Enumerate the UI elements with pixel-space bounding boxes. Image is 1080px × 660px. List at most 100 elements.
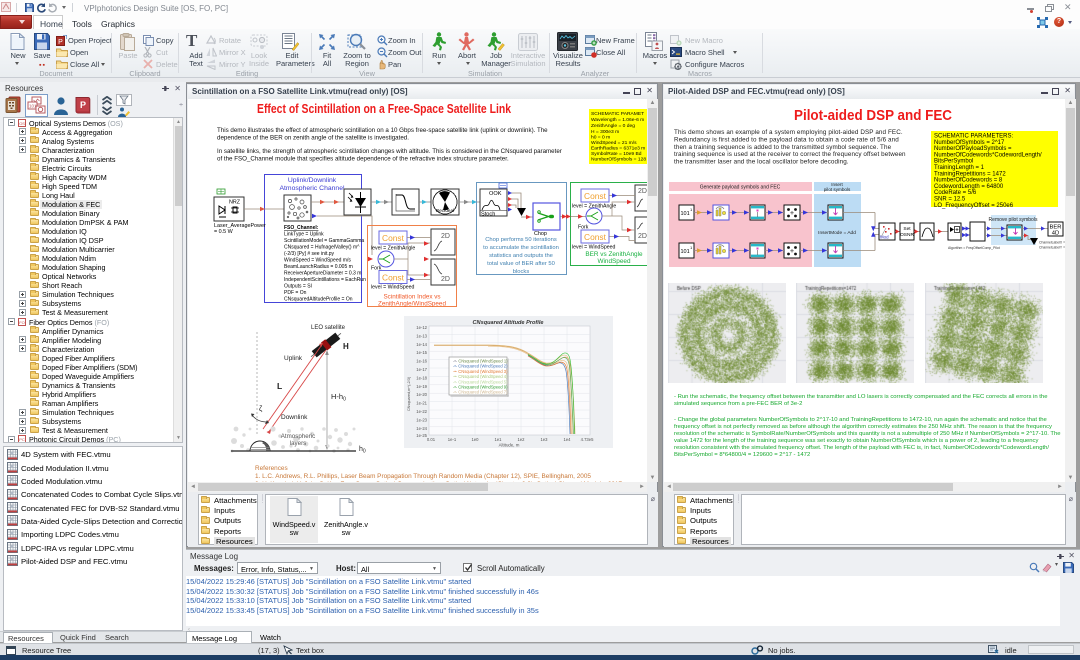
- svg-text:1e2: 1e2: [518, 437, 526, 442]
- svg-text:SNR = 12.5: SNR = 12.5: [934, 197, 966, 203]
- svg-text:1e4: 1e4: [564, 437, 572, 442]
- svg-text:Effect of Scintillation on a F: Effect of Scintillation on a Free-Space …: [257, 101, 512, 116]
- svg-text:1e3: 1e3: [541, 437, 549, 442]
- svg-text:This demo illustrates the effe: This demo illustrates the effect of atmo…: [217, 127, 548, 134]
- svg-text:CNsquared = HufnagelValley() m: CNsquared = HufnagelValley() m^: [284, 245, 360, 251]
- svg-text:1e-14: 1e-14: [416, 342, 427, 347]
- svg-text:2D: 2D: [638, 233, 647, 240]
- svg-text:1e-21: 1e-21: [416, 401, 427, 406]
- svg-text:Chop performs 50 iterations: Chop performs 50 iterations: [485, 237, 557, 243]
- svg-text:CNsquared Altitude Profile: CNsquared Altitude Profile: [473, 320, 544, 326]
- svg-text:EarthRadius = 6371e3 m: EarthRadius = 6371e3 m: [591, 146, 645, 152]
- svg-text:of the FSO_Channel module that: of the FSO_Channel module that specifies…: [217, 155, 509, 162]
- svg-text:(-2/3) [Py] # see init.py: (-2/3) [Py] # see init.py: [284, 251, 335, 257]
- svg-text:1e-13: 1e-13: [416, 333, 427, 338]
- svg-text:FO: FO: [19, 319, 25, 324]
- svg-text:1e-16: 1e-16: [416, 359, 427, 364]
- svg-text:pilot symbols: pilot symbols: [824, 187, 851, 192]
- svg-text:CNsquared,m^(-2/3): CNsquared,m^(-2/3): [407, 376, 411, 411]
- svg-text:= 0.5 W: = 0.5 W: [214, 229, 234, 235]
- svg-text:Scintillation Index vs: Scintillation Index vs: [383, 294, 440, 301]
- svg-text:Pilot-aided DSP and FEC: Pilot-aided DSP and FEC: [794, 108, 952, 124]
- svg-text:to accumulate the scintillatio: to accumulate the scintillation: [483, 245, 559, 251]
- svg-text:H = 300e3 m: H = 300e3 m: [591, 129, 619, 135]
- svg-text:- Change the global parameters: - Change the global parameters NumberOfS…: [674, 417, 1048, 423]
- svg-text:training sequence is used at t: training sequence is used at the receive…: [674, 151, 906, 158]
- svg-text:ScintillationModel = GammaGamm: ScintillationModel = GammaGamma: [284, 238, 364, 244]
- svg-text:NRZ: NRZ: [229, 200, 241, 206]
- svg-text:Algorithm = FreqOffsetComp_Pil: Algorithm = FreqOffsetComp_Pilot: [948, 246, 1000, 250]
- svg-text:Altitude, m: Altitude, m: [499, 443, 520, 448]
- svg-text:resolution consistent with the: resolution consistent with the simulated…: [674, 445, 1049, 451]
- svg-text:RecIdeal: RecIdeal: [436, 208, 454, 213]
- svg-text:OS: OS: [19, 120, 25, 125]
- svg-text:4.73e5: 4.73e5: [581, 437, 594, 442]
- svg-text:1e-18: 1e-18: [416, 375, 427, 380]
- svg-text:- Run the schematic, the frequ: - Run the schematic, the frequency offse…: [674, 394, 1048, 400]
- svg-text:BER vs ZenithAngle: BER vs ZenithAngle: [585, 251, 643, 258]
- svg-text:1e-15: 1e-15: [416, 350, 427, 355]
- svg-text:LinkType = Uplink: LinkType = Uplink: [284, 232, 324, 238]
- svg-text:Uplink/Downlink: Uplink/Downlink: [288, 177, 337, 184]
- svg-text:layers: layers: [290, 440, 307, 447]
- svg-text:SCHEMATIC PARAMET: SCHEMATIC PARAMET: [591, 111, 644, 117]
- svg-text:h0: h0: [359, 446, 366, 455]
- svg-text:FSO_Channel:: FSO_Channel:: [284, 225, 319, 231]
- svg-text:dependence of the BER on zenit: dependence of the BER on zenith angle of…: [217, 134, 409, 141]
- svg-text:OOK: OOK: [489, 191, 502, 197]
- svg-text:Outputs = SI: Outputs = SI: [284, 284, 312, 290]
- svg-text:Uplink: Uplink: [284, 355, 303, 362]
- svg-text:Const: Const: [584, 232, 607, 242]
- svg-text:ChannelLabelX =: ChannelLabelX =: [1039, 241, 1065, 245]
- svg-text:0.01: 0.01: [427, 437, 436, 442]
- svg-text:SCHEMATIC PARAMETERS:: SCHEMATIC PARAMETERS:: [934, 134, 1013, 140]
- svg-text:Downlink: Downlink: [281, 414, 308, 421]
- svg-text:ζ: ζ: [259, 404, 263, 413]
- svg-text:H: H: [343, 342, 349, 351]
- svg-text:Remove pilot symbols: Remove pilot symbols: [989, 217, 1038, 223]
- svg-text:NumberOfCodewords*CodewordLeng: NumberOfCodewords*CodewordLength/: [934, 152, 1042, 158]
- svg-text:statistics and outputs the: statistics and outputs the: [489, 253, 553, 259]
- svg-text:1e1: 1e1: [495, 437, 503, 442]
- svg-text:ZenithAngle = 0 deg: ZenithAngle = 0 deg: [591, 123, 635, 129]
- svg-text:h0 = 0 m: h0 = 0 m: [591, 135, 610, 141]
- svg-text:BeamLaunchRadius = 0.005 m: BeamLaunchRadius = 0.005 m: [284, 264, 353, 270]
- svg-text:BitsPerSymbol = 8*64800/4 = 12: BitsPerSymbol = 8*64800/4 = 129600 = 2^1…: [674, 452, 810, 458]
- svg-text:level = WindSpeed: level = WindSpeed: [572, 245, 616, 251]
- svg-text:Const: Const: [382, 233, 405, 243]
- svg-text:level = WindSpeed: level = WindSpeed: [371, 285, 415, 291]
- svg-text:CodewordLength = 64800: CodewordLength = 64800: [934, 184, 1004, 190]
- svg-text:TrainingLength = 1: TrainingLength = 1: [934, 165, 985, 171]
- svg-text:total value of BER after 50: total value of BER after 50: [487, 261, 555, 267]
- svg-text:References: References: [255, 465, 288, 472]
- svg-text:WindSpeed = WindSpeed m/s: WindSpeed = WindSpeed m/s: [284, 258, 351, 264]
- svg-text:OSNR: OSNR: [900, 232, 914, 238]
- svg-text:1. L.C. Andrews, R.L. Phillips: 1. L.C. Andrews, R.L. Phillips, Laser Be…: [255, 473, 591, 480]
- svg-text:ReceiverApertureDiameter = 0.3: ReceiverApertureDiameter = 0.3 m: [284, 271, 361, 277]
- svg-text:1e-20: 1e-20: [416, 392, 427, 397]
- svg-text:Mod: Mod: [880, 235, 889, 240]
- svg-text:BitsPerSymbol: BitsPerSymbol: [934, 159, 973, 165]
- svg-text:H-h0: H-h0: [331, 392, 346, 403]
- svg-text:Generate payload symbols and F: Generate payload symbols and FEC: [700, 185, 781, 191]
- svg-text:Set: Set: [903, 226, 911, 232]
- svg-text:Wavelength = 1.06e-6 m: Wavelength = 1.06e-6 m: [591, 117, 644, 123]
- svg-text:CNsquaredAltitudeProfile = On: CNsquaredAltitudeProfile = On: [284, 297, 353, 303]
- svg-text:TrainingRepetitions = 1472: TrainingRepetitions = 1472: [934, 171, 1006, 177]
- svg-text:CodeRate = 5/6: CodeRate = 5/6: [934, 190, 977, 196]
- svg-text:1e-17: 1e-17: [416, 367, 427, 372]
- svg-text:simulated sequence from a pre-: simulated sequence from a pre-FEC BER of…: [674, 401, 802, 407]
- svg-text:Stoch: Stoch: [481, 212, 495, 218]
- svg-text:then a training sequence is ad: then a training sequence is added to the…: [674, 144, 892, 151]
- svg-text:level = ZenithAngle: level = ZenithAngle: [371, 246, 415, 252]
- svg-text:Atmospheric: Atmospheric: [281, 433, 315, 440]
- svg-text:PC: PC: [19, 437, 25, 442]
- svg-text:Redundancy is first added to t: Redundancy is first added to the payload…: [674, 136, 899, 143]
- svg-text:WindSpeed: WindSpeed: [597, 258, 630, 265]
- svg-text:LEO satellite: LEO satellite: [311, 325, 346, 331]
- svg-text:1e-23: 1e-23: [416, 417, 427, 422]
- svg-text:blocks: blocks: [513, 269, 530, 275]
- svg-text:NumberOfSymbols = 2^17: NumberOfSymbols = 2^17: [934, 140, 1005, 146]
- svg-text:Const: Const: [382, 273, 405, 283]
- svg-text:1e0: 1e0: [472, 437, 480, 442]
